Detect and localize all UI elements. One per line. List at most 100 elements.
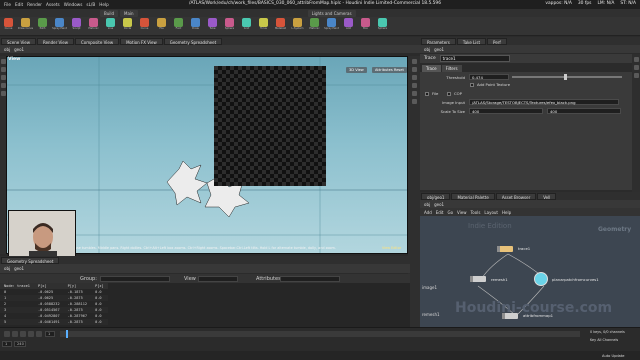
shelf-tool-spray-paint[interactable]: Spray Paint [323, 17, 340, 35]
view-dropdown[interactable] [198, 275, 238, 282]
param-path-geo1[interactable]: geo1 [434, 47, 444, 52]
menu-file[interactable]: File [4, 2, 11, 7]
tab-geometry-spreadsheet[interactable]: Geometry Spreadsheet [163, 37, 223, 45]
shelf-tool-curve[interactable]: Curve [136, 17, 153, 35]
net-menu-add[interactable]: Add [424, 210, 432, 215]
tab-asset-browser[interactable]: Asset Browser [495, 192, 537, 200]
net-path-obj[interactable]: obj [424, 202, 430, 207]
tab-network[interactable]: obj/geo1 [421, 192, 451, 200]
shelf-tool-sphere[interactable]: Sphere [221, 17, 238, 35]
start-frame-field[interactable]: 1 [2, 341, 12, 347]
shelf-tool-sphere[interactable]: Sphere [374, 17, 391, 35]
net-menu-go[interactable]: Go [448, 210, 454, 215]
threshold-field[interactable]: 0.474 [469, 74, 509, 80]
desk-tab-build[interactable]: Build [100, 9, 119, 17]
shelf-tool-add[interactable]: Add [340, 17, 357, 35]
shelf-tool-curve[interactable]: Curve [0, 17, 17, 35]
scale-tool-icon[interactable] [0, 83, 6, 88]
shelf-tool-tube[interactable]: Tube [204, 17, 221, 35]
tab-material-palette[interactable]: Material Palette [451, 192, 495, 200]
param-path-obj[interactable]: obj [424, 47, 430, 52]
tab-filters[interactable]: Filters [441, 64, 462, 72]
handle-tool-icon[interactable] [0, 91, 6, 96]
node-attribfrommap1[interactable] [502, 313, 518, 319]
threshold-slider[interactable] [512, 76, 622, 78]
shelf-tool-grid[interactable]: Grid [238, 17, 255, 35]
desk-tab-lights[interactable]: Lights and Cameras [307, 9, 356, 17]
shelf-tool-draw-curve[interactable]: Draw Curve [17, 17, 34, 35]
menu-edit[interactable]: Edit [15, 2, 23, 7]
net-menu-help[interactable]: Help [502, 210, 511, 215]
rotate-tool-icon[interactable] [0, 75, 6, 80]
threshold-slider-knob[interactable] [563, 74, 567, 80]
path-geo1[interactable]: geo1 [14, 47, 24, 52]
scale-y-field[interactable]: 400 [547, 108, 621, 114]
tab-vell[interactable]: Vell [537, 192, 557, 200]
tab-perf[interactable]: Perf [487, 37, 507, 45]
shelf-tool-box[interactable]: Box [357, 17, 374, 35]
tab-trace[interactable]: Trace [422, 64, 441, 72]
shelf-tool-torus[interactable]: Torus [255, 17, 272, 35]
tab-composite-view[interactable]: Composite View [74, 37, 120, 45]
shelf-tool-circle[interactable]: Circle [119, 17, 136, 35]
shelf-tool-draw[interactable]: Draw [187, 17, 204, 35]
timeline-ruler[interactable] [60, 331, 580, 337]
net-menu-edit[interactable]: Edit [436, 210, 444, 215]
display-icon[interactable] [411, 59, 417, 64]
camera-menu[interactable]: 3D View [346, 67, 367, 73]
snap-icon[interactable] [411, 67, 417, 72]
shelf-tool-file[interactable]: File [153, 17, 170, 35]
scale-x-field[interactable]: 400 [469, 108, 543, 114]
menu-assets[interactable]: Assets [46, 2, 60, 7]
tab-motion-fx-view[interactable]: Motion FX View [120, 37, 163, 45]
desk-tab-main[interactable]: Main [120, 9, 138, 17]
node-remesh1[interactable] [470, 276, 486, 282]
move-tool-icon[interactable] [0, 67, 6, 72]
auto-update-button[interactable]: Auto Update [602, 354, 625, 358]
tab-scene-view[interactable]: Scene View [1, 37, 36, 45]
shelf-tool-path[interactable]: Path [34, 17, 51, 35]
camera-icon[interactable] [411, 83, 417, 88]
shelf-tool-platonic[interactable]: Platonic [85, 17, 102, 35]
shelf-tool-l-system[interactable]: L-System [289, 17, 306, 35]
light-icon[interactable] [411, 75, 417, 80]
frame-field[interactable]: 1 [45, 331, 55, 337]
file-radio[interactable] [425, 92, 429, 96]
wireframe-icon[interactable] [411, 99, 417, 104]
next-frame-button[interactable] [28, 331, 34, 337]
info-icon[interactable] [633, 73, 639, 78]
net-path-geo1[interactable]: geo1 [434, 202, 444, 207]
shelf-tool-sculpt[interactable]: Sculpt [68, 17, 85, 35]
first-frame-button[interactable] [4, 331, 10, 337]
node-name-field[interactable]: trace1 [439, 55, 510, 62]
menu-render[interactable]: Render [27, 2, 42, 7]
group-field[interactable] [100, 275, 170, 282]
net-menu-view[interactable]: View [457, 210, 467, 215]
display-options-menu[interactable]: Attributes Reset [372, 67, 407, 73]
tab-render-view[interactable]: Render View [36, 37, 74, 45]
attrib-field[interactable] [280, 275, 340, 282]
net-menu-layout[interactable]: Layout [484, 210, 498, 215]
prev-frame-button[interactable] [12, 331, 18, 337]
shelf-tool-line[interactable]: Line [102, 17, 119, 35]
shelf-tool-spray-paint[interactable]: Spray Paint [51, 17, 68, 35]
select-tool-icon[interactable] [0, 59, 6, 64]
menu-slb[interactable]: sL/B [86, 2, 95, 7]
help-icon[interactable] [633, 65, 639, 70]
shelf-tool-font[interactable]: Font [170, 17, 187, 35]
grid-icon[interactable] [411, 91, 417, 96]
menu-windows[interactable]: Windows [64, 2, 83, 7]
last-frame-button[interactable] [36, 331, 42, 337]
tab-take-list[interactable]: Take List [456, 37, 487, 45]
timeline-cursor[interactable] [66, 330, 68, 338]
table-row[interactable]: 5 -0.0461491 -0.2875 0.0 [0, 319, 108, 325]
key-all-button[interactable]: Key All Channels [590, 338, 618, 342]
tab-geometry-spreadsheet-bottom[interactable]: Geometry Spreadsheet [1, 256, 60, 264]
node-trace1[interactable] [497, 246, 513, 252]
add-point-texture-checkbox[interactable] [470, 83, 474, 87]
path-obj[interactable]: obj [4, 47, 10, 52]
shelf-tool-metaball[interactable]: Metaball [272, 17, 289, 35]
tab-parameters[interactable]: Parameters [421, 37, 456, 45]
node-planarpatch[interactable] [534, 272, 548, 286]
menu-help[interactable]: Help [99, 2, 109, 7]
